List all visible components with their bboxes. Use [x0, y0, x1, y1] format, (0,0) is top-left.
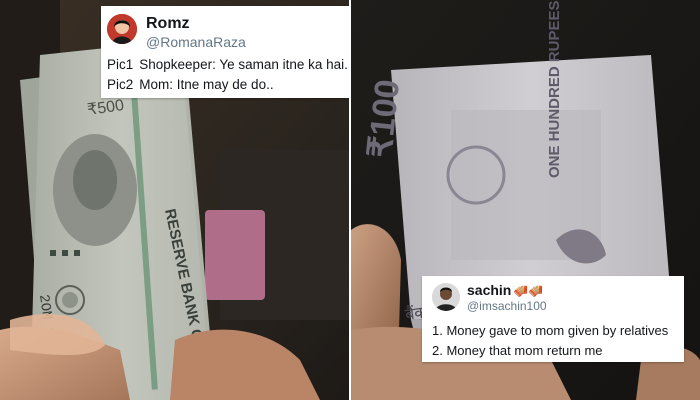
accordion-emoji-icon: 🪗🪗	[513, 284, 544, 298]
display-name[interactable]: sachin 🪗🪗	[467, 282, 543, 298]
tweet-card-romz: Romz @RomanaRaza Pic1 Shopkeeper: Ye sama…	[101, 6, 349, 98]
left-image-panel: ₹500 RESERVE BANK OF INDIA 2OM 841635 Ro…	[0, 0, 349, 400]
tweet-card-sachin: sachin 🪗🪗 @imsachin100 1. Money gave to m…	[422, 276, 684, 362]
avatar-image-icon	[107, 14, 137, 44]
tweet-line-2: 2. Money that mom return me	[432, 343, 603, 358]
note-hundred-rupees-text: ONE HUNDRED RUPEES	[546, 0, 563, 178]
tweet-line-1: Pic1 Shopkeeper: Ye saman itne ka hai..	[107, 57, 349, 72]
tweet-line-2: Pic2 Mom: Itne may de do..	[107, 77, 274, 92]
hand	[351, 224, 401, 340]
display-name[interactable]: Romz	[146, 15, 190, 33]
avatar-image-icon	[432, 283, 460, 311]
tweet-line-text: Mom: Itne may de do..	[139, 77, 274, 92]
tweet-line-1: 1. Money gave to mom given by relatives	[432, 323, 669, 338]
avatar[interactable]	[432, 283, 460, 311]
tweet-line-label: Pic2	[107, 77, 134, 92]
user-handle[interactable]: @RomanaRaza	[146, 34, 246, 50]
avatar[interactable]	[107, 14, 137, 44]
tweet-line-label: Pic1	[107, 57, 134, 72]
user-handle[interactable]: @imsachin100	[467, 299, 547, 313]
tweet-line-text: Shopkeeper: Ye saman itne ka hai..	[139, 57, 349, 72]
